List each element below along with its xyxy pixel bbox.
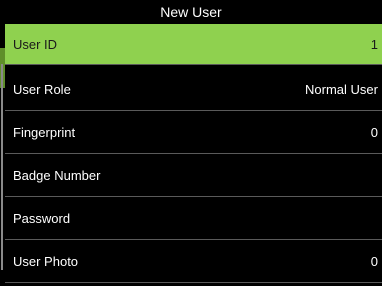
page-title-text: New User bbox=[160, 4, 222, 20]
menu-item-value: 1 bbox=[370, 36, 378, 52]
menu-item-value: 0 bbox=[370, 124, 378, 140]
divider bbox=[5, 196, 382, 197]
user-settings-menu: User ID 1 User Role Normal User Fingerpr… bbox=[0, 24, 382, 286]
menu-item-badge-number[interactable]: Badge Number bbox=[5, 155, 382, 195]
menu-item-user-id[interactable]: User ID 1 bbox=[5, 24, 382, 64]
divider bbox=[5, 153, 382, 154]
menu-item-fingerprint[interactable]: Fingerprint 0 bbox=[5, 112, 382, 152]
menu-item-label: User ID bbox=[13, 36, 58, 52]
menu-item-label: User Photo bbox=[13, 253, 79, 269]
page-title: New User bbox=[0, 0, 382, 24]
divider bbox=[5, 110, 382, 111]
menu-item-user-role[interactable]: User Role Normal User bbox=[5, 69, 382, 109]
menu-item-label: Badge Number bbox=[13, 167, 101, 183]
menu-item-value: Normal User bbox=[305, 81, 378, 97]
menu-item-label: Password bbox=[13, 210, 71, 226]
menu-item-label: Fingerprint bbox=[13, 124, 76, 140]
divider bbox=[5, 239, 382, 240]
menu-item-password[interactable]: Password bbox=[5, 198, 382, 238]
menu-item-user-photo[interactable]: User Photo 0 bbox=[5, 241, 382, 281]
menu-item-label: User Role bbox=[13, 81, 71, 97]
divider bbox=[5, 282, 382, 283]
divider bbox=[5, 64, 382, 65]
menu-item-value: 0 bbox=[370, 253, 378, 269]
